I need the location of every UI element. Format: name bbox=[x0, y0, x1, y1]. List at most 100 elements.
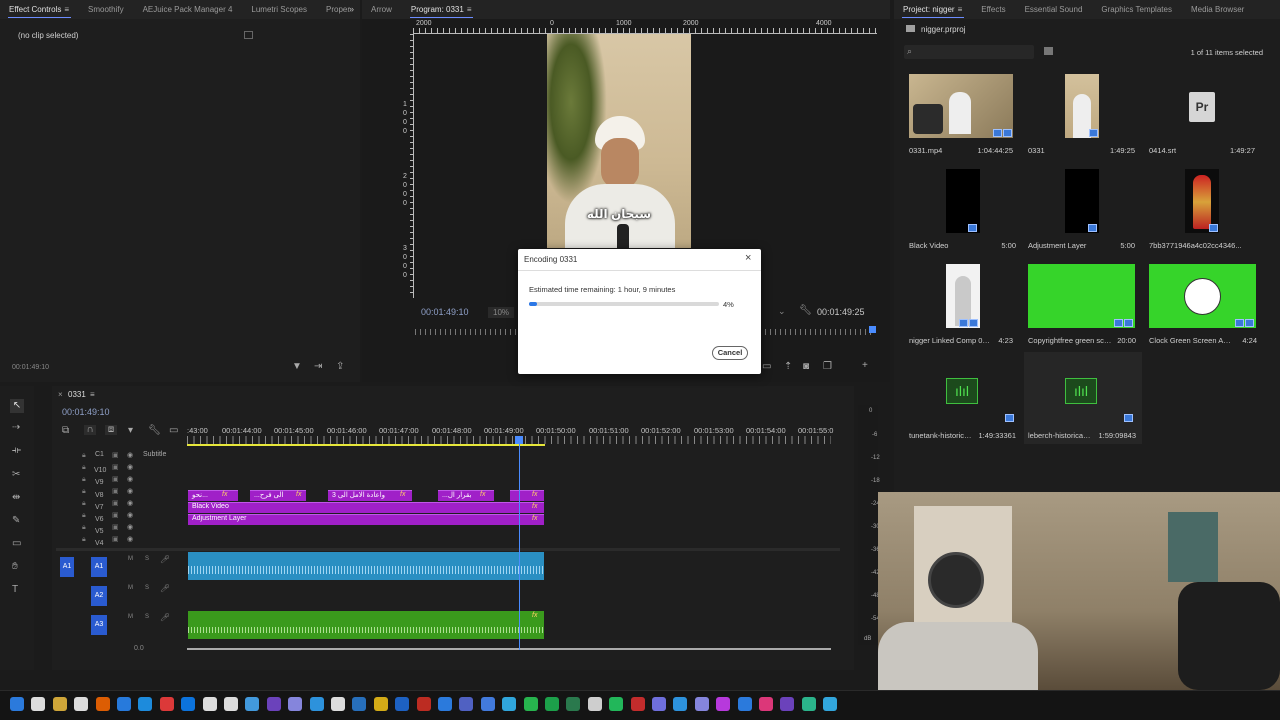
settings-wrench-icon[interactable]: 🔧︎ bbox=[148, 426, 161, 436]
taskbar-app-icon[interactable] bbox=[202, 697, 217, 711]
taskbar-app-icon[interactable] bbox=[780, 697, 795, 711]
linked-selection-icon[interactable]: ⧈ bbox=[105, 425, 117, 435]
timeline-ruler[interactable] bbox=[187, 436, 831, 444]
program-playhead[interactable] bbox=[869, 326, 876, 333]
export-icon[interactable]: ⇪ bbox=[336, 362, 344, 372]
wrench-icon[interactable]: 🔧︎ bbox=[799, 306, 812, 316]
adjustment-layer-clip[interactable]: Adjustment Layer bbox=[188, 514, 544, 525]
tab-arrow[interactable]: Arrow bbox=[362, 0, 402, 19]
bin-item-selected[interactable]: ılıl leberch-historical-p... 1:59:09843 bbox=[1024, 352, 1142, 444]
subtitle-clip[interactable]: نحو... bbox=[188, 490, 238, 501]
track-a1[interactable]: A1 bbox=[91, 557, 107, 577]
bin-item[interactable]: Clock Green Screen Anim... 4:24 bbox=[1149, 264, 1267, 356]
taskbar-app-icon[interactable] bbox=[395, 697, 410, 711]
taskbar-app-icon[interactable] bbox=[224, 697, 238, 711]
mute-button[interactable]: M bbox=[128, 556, 133, 562]
bin-item[interactable]: 7bb3771946a4c02cc4346... bbox=[1149, 169, 1267, 261]
audio-clip-a3[interactable] bbox=[188, 611, 544, 639]
taskbar-app-icon[interactable] bbox=[52, 697, 67, 711]
mute-button[interactable]: M bbox=[128, 585, 133, 591]
new-bin-icon[interactable] bbox=[1044, 47, 1053, 55]
taskbar-app-icon[interactable] bbox=[694, 697, 709, 711]
mic-icon[interactable]: 🎤︎ bbox=[160, 584, 170, 593]
taskbar-app-icon[interactable] bbox=[181, 697, 196, 711]
taskbar-app-icon[interactable] bbox=[523, 697, 538, 711]
close-icon[interactable]: × bbox=[745, 252, 751, 264]
camera-icon[interactable]: ◙ bbox=[803, 362, 809, 372]
tab-project[interactable]: Project: nigger ≡ bbox=[894, 0, 972, 19]
taskbar-app-icon[interactable] bbox=[266, 697, 281, 711]
tab-smoothify[interactable]: Smoothify bbox=[79, 0, 134, 19]
track-v7[interactable]: V7 bbox=[95, 504, 104, 511]
mic-icon[interactable]: 🎤︎ bbox=[160, 613, 170, 622]
tab-program[interactable]: Program: 0331 ≡ bbox=[402, 0, 482, 19]
fit-dropdown-arrow[interactable]: ⌄ bbox=[778, 306, 786, 317]
bin-item[interactable]: Black Video 5:00 bbox=[909, 169, 1027, 261]
bin-item[interactable]: Pr 0414.srt 1:49:27 bbox=[1149, 74, 1267, 166]
bin-item[interactable]: nigger Linked Comp 01/... 4:23 bbox=[909, 264, 1027, 356]
taskbar-app-icon[interactable] bbox=[159, 697, 174, 711]
track-v4[interactable]: V4 bbox=[95, 540, 104, 547]
track-a2[interactable]: A2 bbox=[91, 586, 107, 606]
taskbar-app-icon[interactable] bbox=[117, 697, 131, 711]
taskbar-app-icon[interactable] bbox=[566, 697, 581, 711]
track-select-icon[interactable]: ⇢ bbox=[12, 423, 20, 433]
razor-tool-icon[interactable]: ✂ bbox=[12, 470, 20, 480]
taskbar-app-icon[interactable] bbox=[373, 697, 388, 711]
track-v5[interactable]: V5 bbox=[95, 528, 104, 535]
taskbar-app-icon[interactable] bbox=[823, 697, 838, 711]
taskbar-app-icon[interactable] bbox=[74, 697, 89, 711]
tab-lumetri-scopes[interactable]: Lumetri Scopes bbox=[242, 0, 317, 19]
search-input[interactable] bbox=[904, 45, 1034, 59]
eye-icons[interactable]: ◉ ◉ ◉ ◉ ◉ ◉ ◉ ◉ bbox=[127, 450, 135, 546]
audio-clip-a1[interactable] bbox=[188, 552, 544, 580]
track-v6[interactable]: V6 bbox=[95, 516, 104, 523]
solo-button[interactable]: S bbox=[145, 585, 149, 591]
timeline-playhead-head[interactable] bbox=[515, 436, 523, 444]
mute-button[interactable]: M bbox=[128, 614, 133, 620]
solo-button[interactable]: S bbox=[145, 614, 149, 620]
subtitle-clip[interactable]: ...بقرار ال bbox=[438, 490, 494, 501]
bin-item[interactable]: 0331 1:49:25 bbox=[1028, 74, 1146, 166]
lift-icon[interactable]: ⇡ bbox=[784, 362, 792, 372]
add-button-icon[interactable]: + bbox=[862, 361, 868, 371]
taskbar-app-icon[interactable] bbox=[480, 697, 495, 711]
taskbar-app-icon[interactable] bbox=[352, 697, 367, 711]
export-frame-icon[interactable]: ▭ bbox=[762, 362, 771, 372]
snap-icon[interactable]: ∩ bbox=[84, 425, 96, 435]
black-video-clip[interactable]: Black Video bbox=[188, 502, 544, 513]
sequence-tab[interactable]: 0331 bbox=[68, 390, 86, 399]
caption-icon[interactable]: ▭ bbox=[169, 426, 178, 436]
lock-icons[interactable]: 🔒︎ 🔒︎ 🔒︎ 🔒︎ 🔒︎ 🔒︎ 🔒︎ 🔒︎ bbox=[82, 450, 90, 546]
tab-aejuice[interactable]: AEJuice Pack Manager 4 bbox=[134, 0, 243, 19]
slip-tool-icon[interactable]: ⇹ bbox=[12, 493, 20, 503]
selection-tool-icon[interactable]: ↖ bbox=[10, 399, 24, 413]
taskbar-app-icon[interactable] bbox=[630, 697, 645, 711]
menu-icon[interactable]: ≡ bbox=[958, 0, 963, 19]
audio-source-a1[interactable]: A1 bbox=[60, 557, 74, 577]
taskbar-app-icon[interactable] bbox=[502, 697, 517, 711]
compare-icon[interactable]: ❐ bbox=[823, 362, 832, 372]
taskbar-app-icon[interactable] bbox=[309, 697, 324, 711]
tab-graphics-templates[interactable]: Graphics Templates bbox=[1092, 0, 1182, 19]
play-audio-icon[interactable]: ⇥ bbox=[314, 362, 322, 372]
taskbar-app-icon[interactable] bbox=[438, 697, 452, 711]
bin-item[interactable]: ılıl tunetank-historical... 1:49:33361 bbox=[909, 359, 1027, 451]
panel-expand-icon[interactable] bbox=[244, 31, 253, 39]
taskbar-app-icon[interactable] bbox=[609, 697, 624, 711]
pen-tool-icon[interactable]: ✎ bbox=[12, 516, 20, 526]
tab-media-browser[interactable]: Media Browser bbox=[1182, 0, 1254, 19]
sync-icons[interactable]: ▣ ▣ ▣ ▣ ▣ ▣ ▣ ▣ bbox=[112, 450, 120, 546]
bin-item[interactable]: Copyrightfree green scre... 20:00 bbox=[1028, 264, 1146, 356]
solo-button[interactable]: S bbox=[145, 556, 149, 562]
zoom-dropdown[interactable]: 10% bbox=[488, 307, 515, 318]
taskbar-app-icon[interactable] bbox=[545, 697, 559, 711]
taskbar-app-icon[interactable] bbox=[459, 697, 474, 711]
taskbar-app-icon[interactable] bbox=[31, 697, 46, 711]
track-a3[interactable]: A3 bbox=[91, 615, 107, 635]
taskbar-app-icon[interactable] bbox=[288, 697, 303, 711]
track-v9[interactable]: V9 bbox=[95, 479, 104, 486]
menu-icon[interactable]: ≡ bbox=[64, 0, 69, 19]
nest-icon[interactable]: ⧉ bbox=[62, 426, 69, 436]
taskbar-app-icon[interactable] bbox=[138, 697, 153, 711]
